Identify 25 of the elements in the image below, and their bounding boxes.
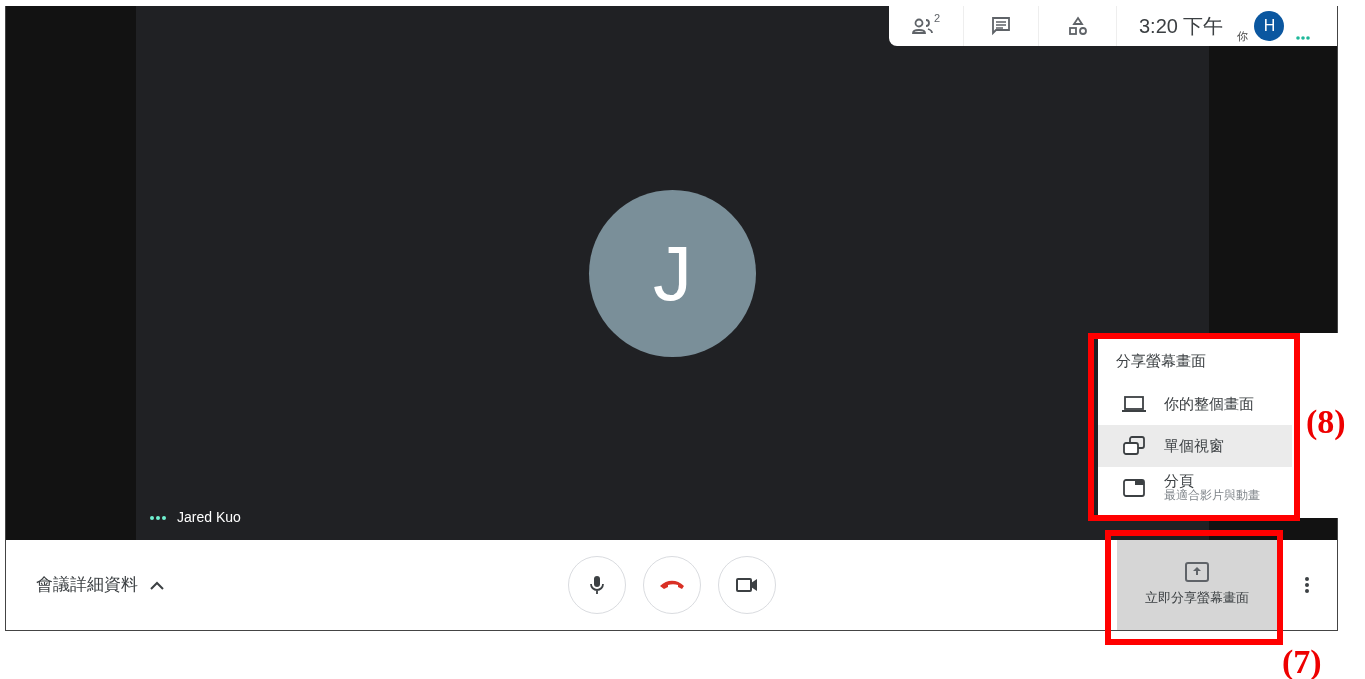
more-icon [1304, 576, 1310, 594]
user-avatar: H [1254, 11, 1285, 41]
dots-icon [149, 514, 167, 521]
tab-icon [1122, 477, 1146, 498]
present-now-button[interactable]: 立即分享螢幕畫面 [1117, 540, 1277, 630]
menu-title: 分享螢幕畫面 [1116, 351, 1206, 371]
dots-icon [1296, 36, 1311, 40]
self-label: 你 [1237, 28, 1249, 44]
laptop-icon [1122, 394, 1146, 413]
share-option[interactable]: 單個視窗 [1098, 424, 1292, 467]
people-button[interactable]: 2 [889, 6, 964, 46]
participant-avatar: J [589, 189, 756, 357]
annotation-label: (8) [1306, 402, 1346, 442]
present-icon [1185, 562, 1209, 583]
microphone-icon [589, 575, 604, 595]
participant-name: Jared Kuo [177, 508, 241, 527]
caret-icon [150, 580, 164, 590]
windows-icon [1122, 435, 1146, 456]
chat-icon [991, 16, 1011, 36]
phone-icon [658, 580, 685, 590]
shapes-icon [1067, 16, 1088, 36]
meeting-details-button[interactable]: 會議詳細資料 [30, 571, 170, 599]
people-icon [911, 18, 934, 34]
clock-time: 3:20 下午 [1138, 14, 1224, 39]
camera-icon [735, 577, 758, 593]
